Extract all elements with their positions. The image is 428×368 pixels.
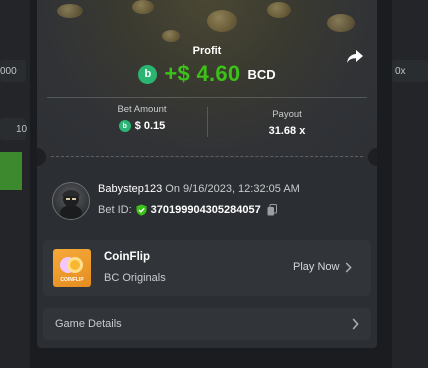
profit-header: Profit b +$ 4.60 BCD Bet Amount b $ 0.15… bbox=[37, 0, 377, 158]
game-provider: BC Originals bbox=[104, 272, 166, 284]
game-thumbnail-label: COINFLIP bbox=[60, 277, 84, 283]
bc-token-icon: b bbox=[138, 64, 158, 84]
bet-id-line: Bet ID: 370199904305284057 bbox=[98, 204, 277, 216]
username[interactable]: Babystep123 bbox=[98, 183, 162, 195]
profit-currency: BCD bbox=[247, 66, 276, 82]
decorative-coin bbox=[267, 2, 291, 18]
decorative-coin bbox=[327, 14, 355, 32]
avatar[interactable] bbox=[52, 182, 90, 220]
play-now-button[interactable]: Play Now bbox=[293, 261, 353, 273]
user-line: Babystep123 On 9/16/2023, 12:32:05 AM bbox=[98, 183, 300, 195]
share-icon bbox=[347, 50, 363, 63]
copy-button[interactable] bbox=[267, 204, 277, 216]
bet-id-label: Bet ID: bbox=[98, 204, 132, 216]
decorative-coin bbox=[162, 30, 180, 42]
profit-label: Profit bbox=[192, 45, 222, 57]
chevron-wrap bbox=[352, 317, 359, 335]
decorative-coin bbox=[207, 10, 237, 32]
copy-icon bbox=[267, 204, 277, 216]
ticket-notch bbox=[368, 148, 377, 166]
chevron-right-icon bbox=[346, 261, 353, 273]
game-details-label: Game Details bbox=[55, 318, 122, 330]
bet-details-modal: Profit b +$ 4.60 BCD Bet Amount b $ 0.15… bbox=[37, 0, 377, 348]
bet-id-value: 370199904305284057 bbox=[150, 204, 261, 216]
game-name: CoinFlip bbox=[104, 251, 150, 263]
payout-value: 31.68 x bbox=[268, 125, 306, 137]
game-card[interactable]: COINFLIP CoinFlip BC Originals Play Now bbox=[43, 240, 371, 296]
background-bet-button bbox=[0, 152, 22, 190]
user-avatar-icon bbox=[60, 190, 82, 219]
bet-amount-value: $ 0.15 bbox=[134, 120, 166, 132]
background-text: 10 bbox=[16, 124, 28, 135]
payout-stat: Payout 31.68 x bbox=[207, 109, 367, 137]
divider bbox=[47, 97, 367, 98]
bc-token-icon: b bbox=[118, 120, 131, 132]
shield-check-icon bbox=[136, 204, 147, 216]
profit-value: b +$ 4.60 BCD bbox=[37, 60, 377, 88]
bet-date: On 9/16/2023, 12:32:05 AM bbox=[165, 183, 300, 195]
bet-amount-wrap: b $ 0.15 bbox=[62, 120, 222, 132]
chevron-right-icon bbox=[352, 318, 359, 330]
game-thumbnail: COINFLIP bbox=[53, 249, 91, 287]
background-text: 000 bbox=[0, 66, 17, 77]
bet-user-info: Babystep123 On 9/16/2023, 12:32:05 AM Be… bbox=[52, 182, 362, 222]
game-details-row[interactable]: Game Details bbox=[43, 308, 371, 340]
profit-amount: +$ 4.60 bbox=[164, 61, 241, 86]
background-right-panel bbox=[392, 0, 428, 368]
dashed-divider bbox=[51, 156, 363, 157]
decorative-coin bbox=[132, 0, 154, 14]
bet-amount-label: Bet Amount bbox=[117, 104, 167, 115]
play-now-label: Play Now bbox=[293, 261, 340, 273]
bet-amount-stat: Bet Amount b $ 0.15 bbox=[62, 104, 222, 132]
payout-wrap: 31.68 x bbox=[207, 125, 367, 137]
coinflip-logo-icon: COINFLIP bbox=[60, 257, 84, 283]
share-button[interactable] bbox=[345, 48, 365, 66]
background-text: 0x bbox=[395, 66, 406, 77]
payout-label: Payout bbox=[272, 109, 302, 120]
decorative-coin bbox=[57, 4, 83, 18]
